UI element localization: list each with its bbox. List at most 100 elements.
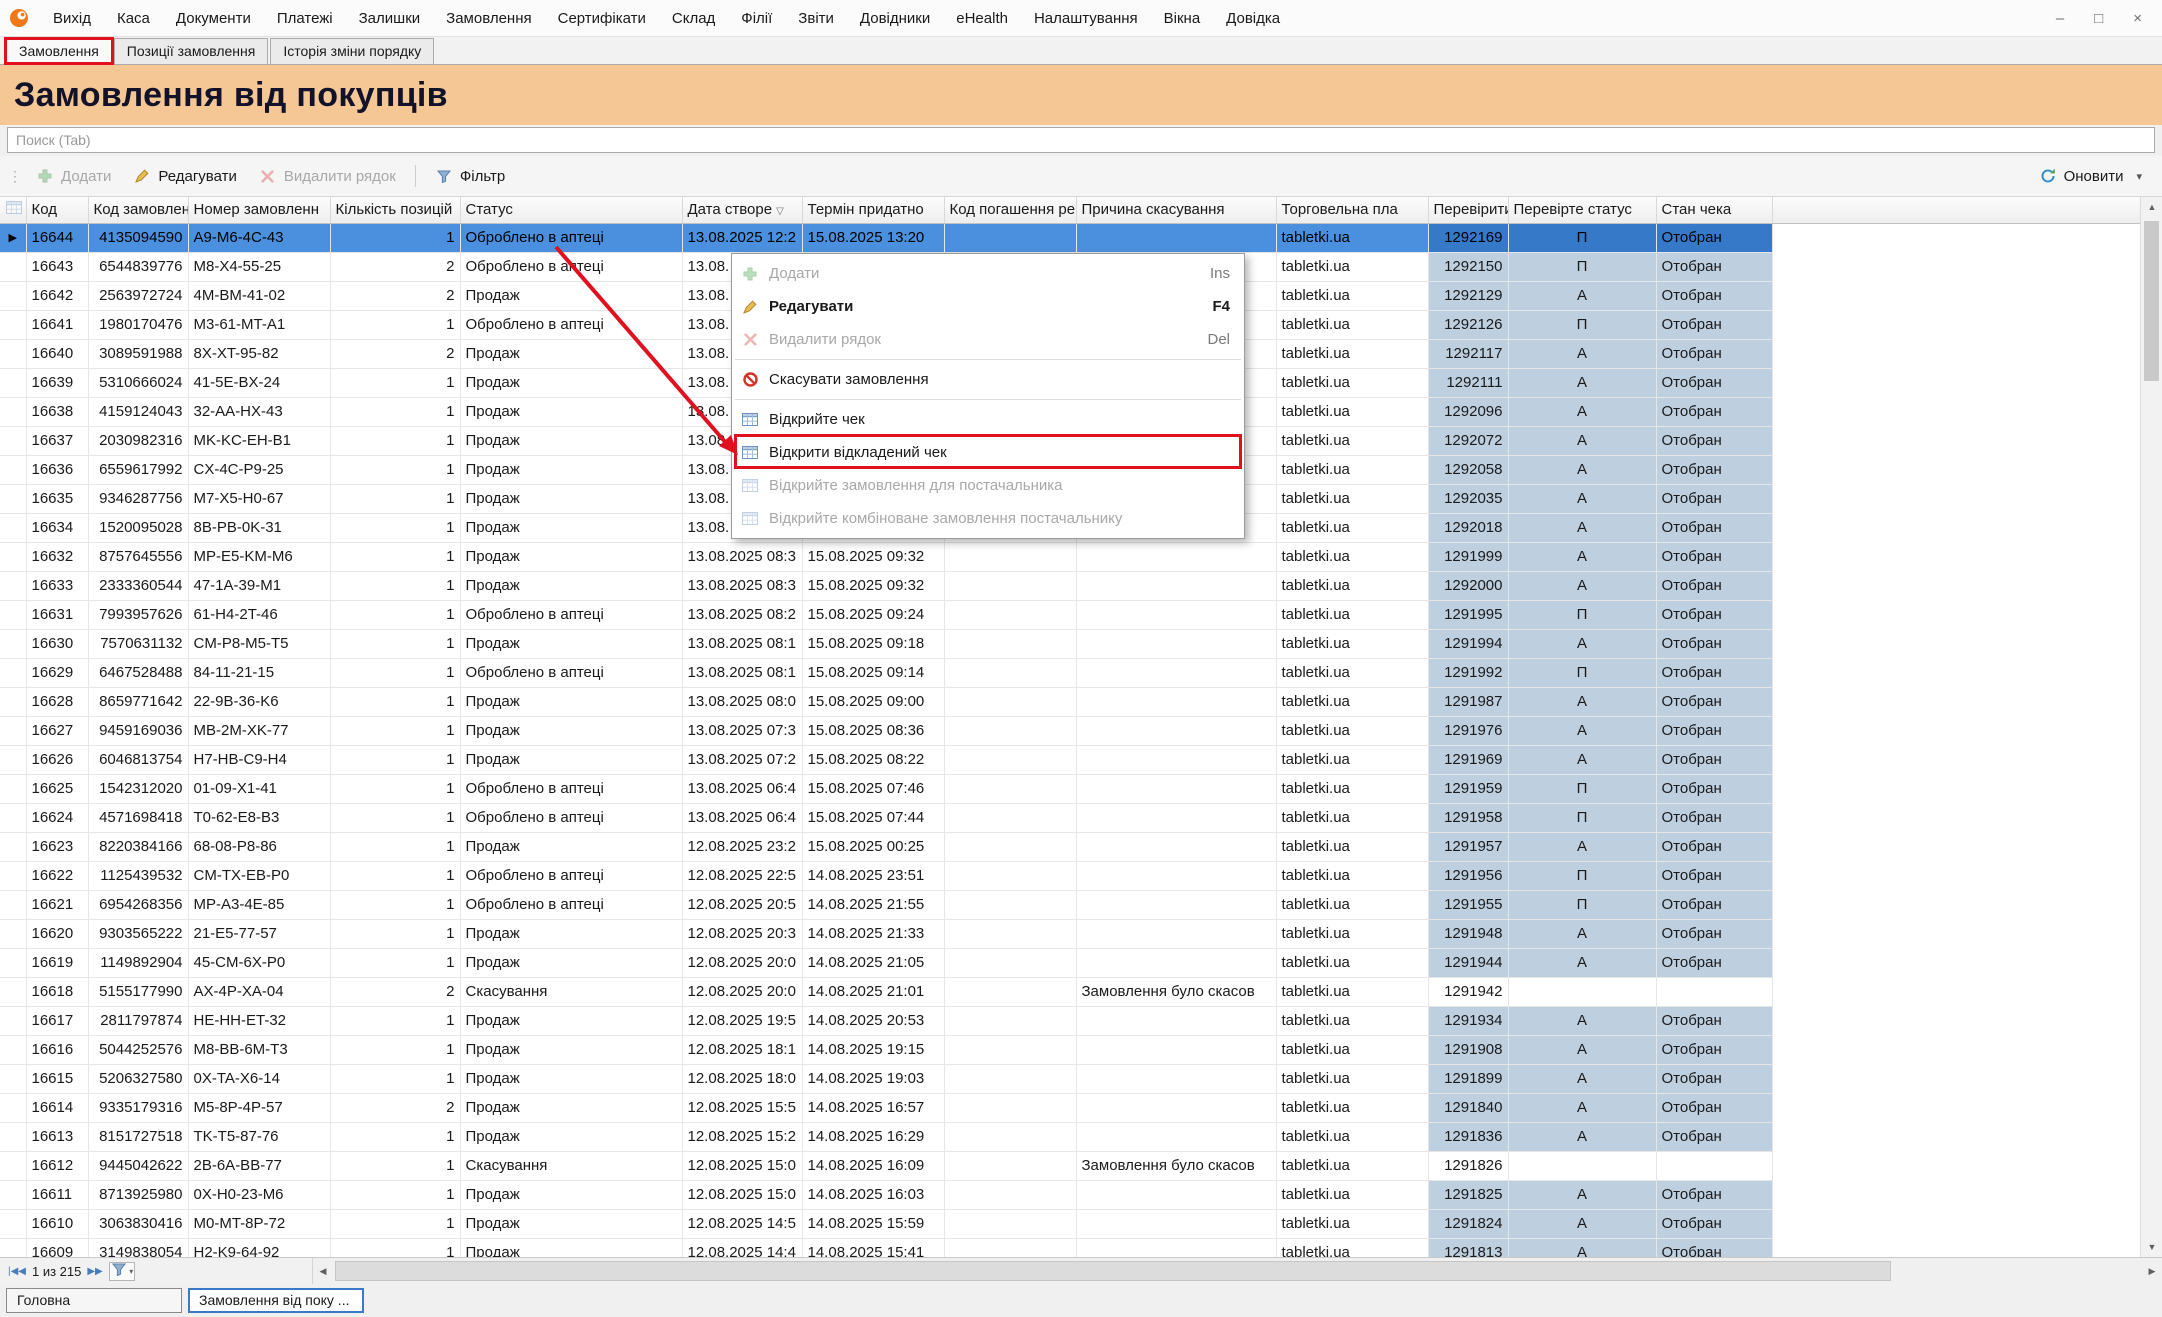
menu-item-Налаштування[interactable]: Налаштування [1021,0,1151,36]
cell-order_code[interactable]: 3063830416 [88,1209,188,1238]
cell-qty[interactable]: 1 [330,426,460,455]
cell-qty[interactable]: 1 [330,484,460,513]
cell-check[interactable]: 1291976 [1428,716,1508,745]
cell-created[interactable]: 12.08.2025 15:0 [682,1180,802,1209]
cell-state[interactable]: Отобран [1656,1093,1772,1122]
cell-redeem[interactable] [944,571,1076,600]
cell-platform[interactable]: tabletki.ua [1276,1238,1428,1257]
cell-reason[interactable]: Замовлення було скасов [1076,977,1276,1006]
cell-reason[interactable] [1076,716,1276,745]
cell-reason[interactable] [1076,1122,1276,1151]
cell-reason[interactable] [1076,832,1276,861]
cell-qty[interactable]: 1 [330,1151,460,1180]
cell-expires[interactable]: 15.08.2025 07:44 [802,803,944,832]
cell-platform[interactable]: tabletki.ua [1276,948,1428,977]
cell-status[interactable]: Продаж [460,339,682,368]
cell-state[interactable]: Отобран [1656,223,1772,252]
column-header-indicator[interactable] [0,197,26,223]
cell-reason[interactable] [1076,600,1276,629]
cell-code[interactable]: 16623 [26,832,88,861]
cell-platform[interactable]: tabletki.ua [1276,745,1428,774]
cell-check_status[interactable]: А [1508,832,1656,861]
cell-order_code[interactable]: 7993957626 [88,600,188,629]
cell-qty[interactable]: 1 [330,861,460,890]
cell-platform[interactable]: tabletki.ua [1276,397,1428,426]
cell-indicator[interactable] [0,1035,26,1064]
cell-number[interactable]: MP-A3-4E-85 [188,890,330,919]
cell-created[interactable]: 13.08.2025 07:2 [682,745,802,774]
cell-status[interactable]: Оброблено в аптеці [460,310,682,339]
cell-reason[interactable] [1076,1238,1276,1257]
cell-reason[interactable] [1076,890,1276,919]
cell-qty[interactable]: 1 [330,368,460,397]
cell-qty[interactable]: 1 [330,310,460,339]
cell-order_code[interactable]: 8151727518 [88,1122,188,1151]
cell-state[interactable]: Отобран [1656,1006,1772,1035]
cell-number[interactable]: 2B-6A-BB-77 [188,1151,330,1180]
menu-item-Вікна[interactable]: Вікна [1151,0,1214,36]
column-header-code[interactable]: Код [26,197,88,223]
cell-created[interactable]: 12.08.2025 18:1 [682,1035,802,1064]
cell-reason[interactable]: Замовлення було скасов [1076,1151,1276,1180]
cell-check_status[interactable]: А [1508,513,1656,542]
cell-status[interactable]: Продаж [460,832,682,861]
cell-number[interactable]: M8-X4-55-25 [188,252,330,281]
cell-check[interactable]: 1291826 [1428,1151,1508,1180]
cell-platform[interactable]: tabletki.ua [1276,1064,1428,1093]
cell-created[interactable]: 12.08.2025 14:5 [682,1209,802,1238]
table-row[interactable]: 166266046813754H7-HB-C9-H41Продаж13.08.2… [0,745,2140,774]
cell-state[interactable]: Отобран [1656,745,1772,774]
table-row[interactable]: 16631799395762661-H4-2T-461Оброблено в а… [0,600,2140,629]
cell-reason[interactable] [1076,687,1276,716]
cell-check_status[interactable]: А [1508,426,1656,455]
cell-check[interactable]: 1291825 [1428,1180,1508,1209]
cell-qty[interactable]: 1 [330,1064,460,1093]
cell-created[interactable]: 13.08.2025 08:1 [682,629,802,658]
cell-expires[interactable]: 15.08.2025 08:36 [802,716,944,745]
menu-item-Склад[interactable]: Склад [659,0,728,36]
cell-check[interactable]: 1291813 [1428,1238,1508,1257]
cell-expires[interactable]: 14.08.2025 16:57 [802,1093,944,1122]
cell-number[interactable]: CM-TX-EB-P0 [188,861,330,890]
cell-expires[interactable]: 15.08.2025 09:00 [802,687,944,716]
cell-platform[interactable]: tabletki.ua [1276,832,1428,861]
cell-status[interactable]: Продаж [460,629,682,658]
column-header-number[interactable]: Номер замовленн [188,197,330,223]
cell-created[interactable]: 12.08.2025 20:0 [682,977,802,1006]
cell-expires[interactable]: 14.08.2025 16:03 [802,1180,944,1209]
cell-code[interactable]: 16639 [26,368,88,397]
cell-expires[interactable]: 15.08.2025 09:14 [802,658,944,687]
cell-indicator[interactable] [0,310,26,339]
cell-qty[interactable]: 1 [330,455,460,484]
cell-check[interactable]: 1292058 [1428,455,1508,484]
cell-number[interactable]: 47-1A-39-M1 [188,571,330,600]
cell-check[interactable]: 1292126 [1428,310,1508,339]
tab-2[interactable]: Позиції замовлення [114,38,269,64]
cell-order_code[interactable]: 3149838054 [88,1238,188,1257]
column-header-state[interactable]: Стан чека [1656,197,1772,223]
vertical-scrollbar[interactable] [2140,197,2162,1257]
column-header-platform[interactable]: Торговельна пла [1276,197,1428,223]
cell-created[interactable]: 13.08.2025 08:1 [682,658,802,687]
cell-check_status[interactable]: П [1508,861,1656,890]
cell-status[interactable]: Оброблено в аптеці [460,223,682,252]
table-row[interactable]: 166221125439532CM-TX-EB-P01Оброблено в а… [0,861,2140,890]
cell-qty[interactable]: 1 [330,1122,460,1151]
cell-check[interactable]: 1292096 [1428,397,1508,426]
table-row[interactable]: 166244571698418T0-62-E8-B31Оброблено в а… [0,803,2140,832]
cell-code[interactable]: 16635 [26,484,88,513]
table-row[interactable]: 16623822038416668-08-P8-861Продаж12.08.2… [0,832,2140,861]
cell-order_code[interactable]: 1542312020 [88,774,188,803]
cell-platform[interactable]: tabletki.ua [1276,861,1428,890]
cell-indicator[interactable] [0,1006,26,1035]
cell-created[interactable]: 13.08.2025 06:4 [682,803,802,832]
tab-1[interactable]: Замовлення [6,38,112,64]
cell-number[interactable]: HE-HH-ET-32 [188,1006,330,1035]
cell-indicator[interactable] [0,455,26,484]
cell-platform[interactable]: tabletki.ua [1276,542,1428,571]
menu-item-Залишки[interactable]: Залишки [346,0,434,36]
cell-code[interactable]: 16619 [26,948,88,977]
cell-code[interactable]: 16640 [26,339,88,368]
cell-platform[interactable]: tabletki.ua [1276,716,1428,745]
cell-qty[interactable]: 1 [330,223,460,252]
